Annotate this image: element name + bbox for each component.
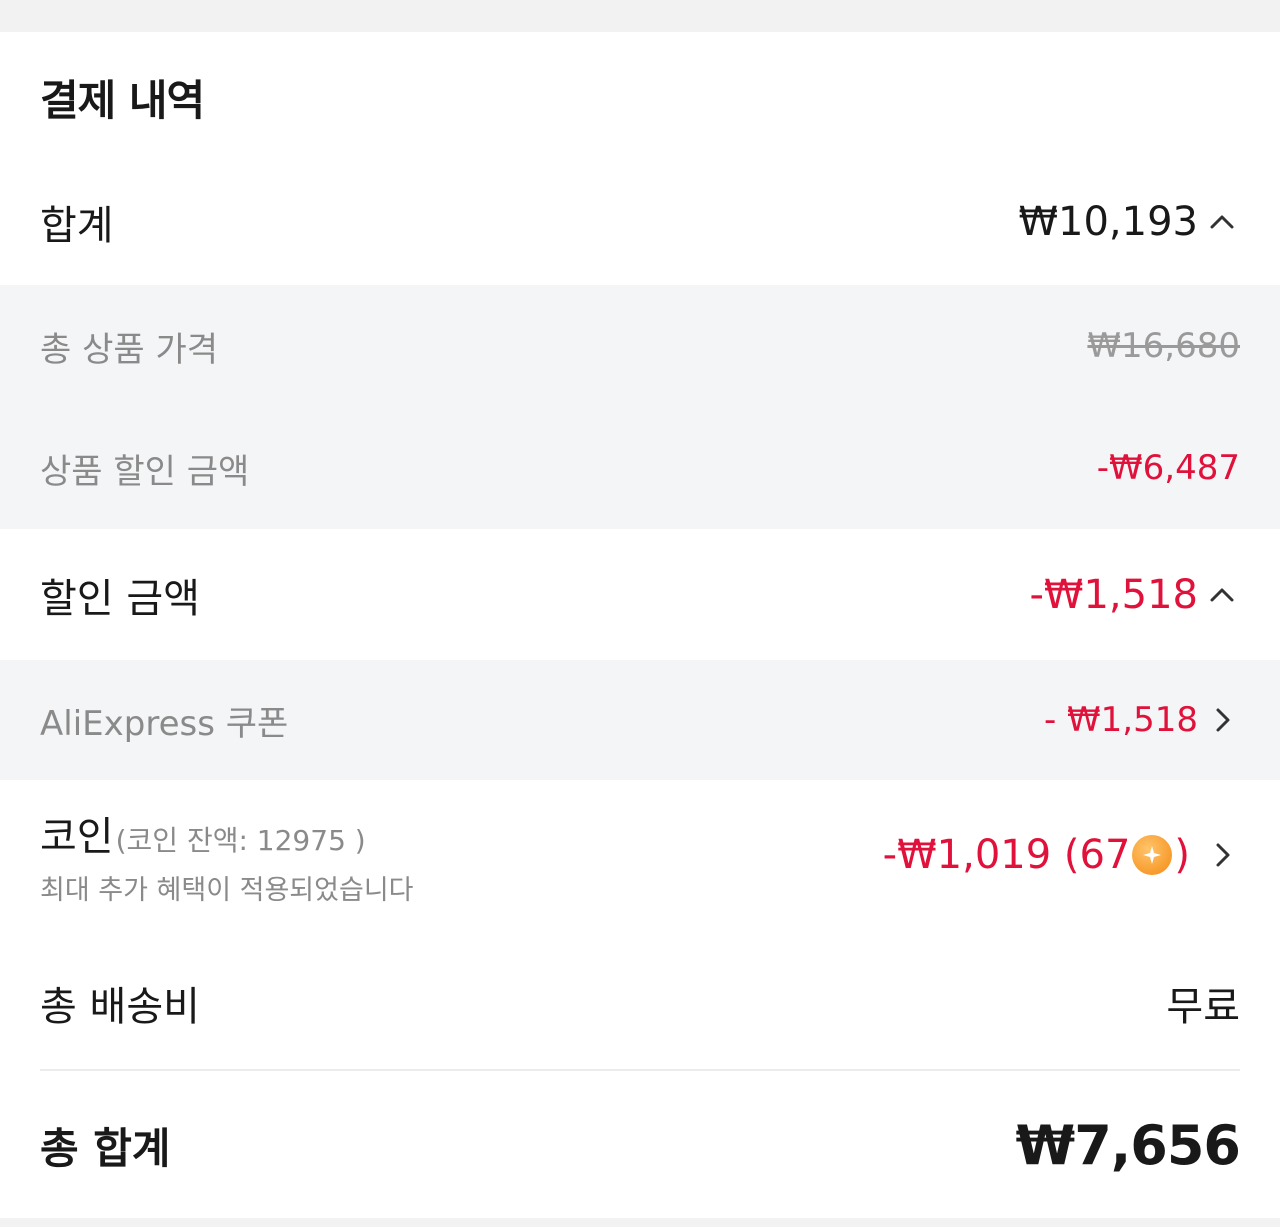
divider [40, 1069, 1240, 1071]
coins-balance: (코인 잔액: 12975 ) [115, 823, 366, 857]
coins-value-wrap: -₩1,019 (67 ) [883, 832, 1240, 878]
subtotal-value-wrap: ₩10,193 [1018, 199, 1240, 245]
coin-icon [1132, 835, 1173, 875]
grand-total-value: ₩7,656 [1015, 1113, 1241, 1177]
coins-value-close: ) [1174, 832, 1190, 878]
discount-value-wrap: -₩1,518 [1030, 572, 1241, 618]
grand-total-row: 총 합계 ₩7,656 [0, 1077, 1280, 1213]
product-total-value: ₩16,680 [1087, 326, 1240, 366]
product-discount-row: 상품 할인 금액 -₩6,487 [0, 407, 1280, 529]
discount-label: 할인 금액 [40, 575, 200, 622]
discount-value: -₩1,518 [1029, 571, 1199, 618]
coins-value: -₩1,019 (67 [882, 832, 1131, 878]
chevron-up-icon[interactable] [1204, 577, 1240, 613]
section-title: 결제 내역 [40, 76, 205, 125]
discount-row[interactable]: 할인 금액 -₩1,518 [0, 529, 1280, 660]
product-discount-label: 상품 할인 금액 [40, 451, 250, 492]
product-total-label: 총 상품 가격 [40, 329, 219, 370]
coins-info: 코인 (코인 잔액: 12975 ) 최대 추가 혜택이 적용되었습니다 [40, 804, 414, 907]
subtotal-label: 합계 [40, 203, 114, 249]
chevron-right-icon[interactable] [1204, 702, 1240, 738]
coins-label: 코인 [40, 813, 114, 860]
shipping-row: 총 배송비 무료 [0, 940, 1280, 1066]
coupon-value-wrap: - ₩1,518 [1044, 700, 1240, 740]
coins-note: 최대 추가 혜택이 적용되었습니다 [40, 874, 414, 906]
chevron-right-icon[interactable] [1204, 837, 1240, 873]
grand-total-label: 총 합계 [40, 1123, 171, 1173]
coupon-value: - ₩1,518 [1043, 700, 1198, 740]
shipping-value: 무료 [1166, 984, 1240, 1030]
coupon-row[interactable]: AliExpress 쿠폰 - ₩1,518 [0, 660, 1280, 780]
chevron-up-icon[interactable] [1204, 204, 1240, 240]
product-discount-value: -₩6,487 [1096, 448, 1240, 488]
coins-row[interactable]: 코인 (코인 잔액: 12975 ) 최대 추가 혜택이 적용되었습니다 -₩1… [0, 780, 1280, 930]
payment-details-card: 결제 내역 합계 ₩10,193 총 상품 가격 ₩16,680 상품 할인 금… [0, 32, 1280, 1218]
subtotal-row[interactable]: 합계 ₩10,193 [0, 159, 1280, 285]
subtotal-value: ₩10,193 [1018, 199, 1198, 245]
coupon-label: AliExpress 쿠폰 [40, 703, 289, 744]
shipping-label: 총 배송비 [40, 984, 200, 1030]
product-total-row: 총 상품 가격 ₩16,680 [0, 285, 1280, 407]
